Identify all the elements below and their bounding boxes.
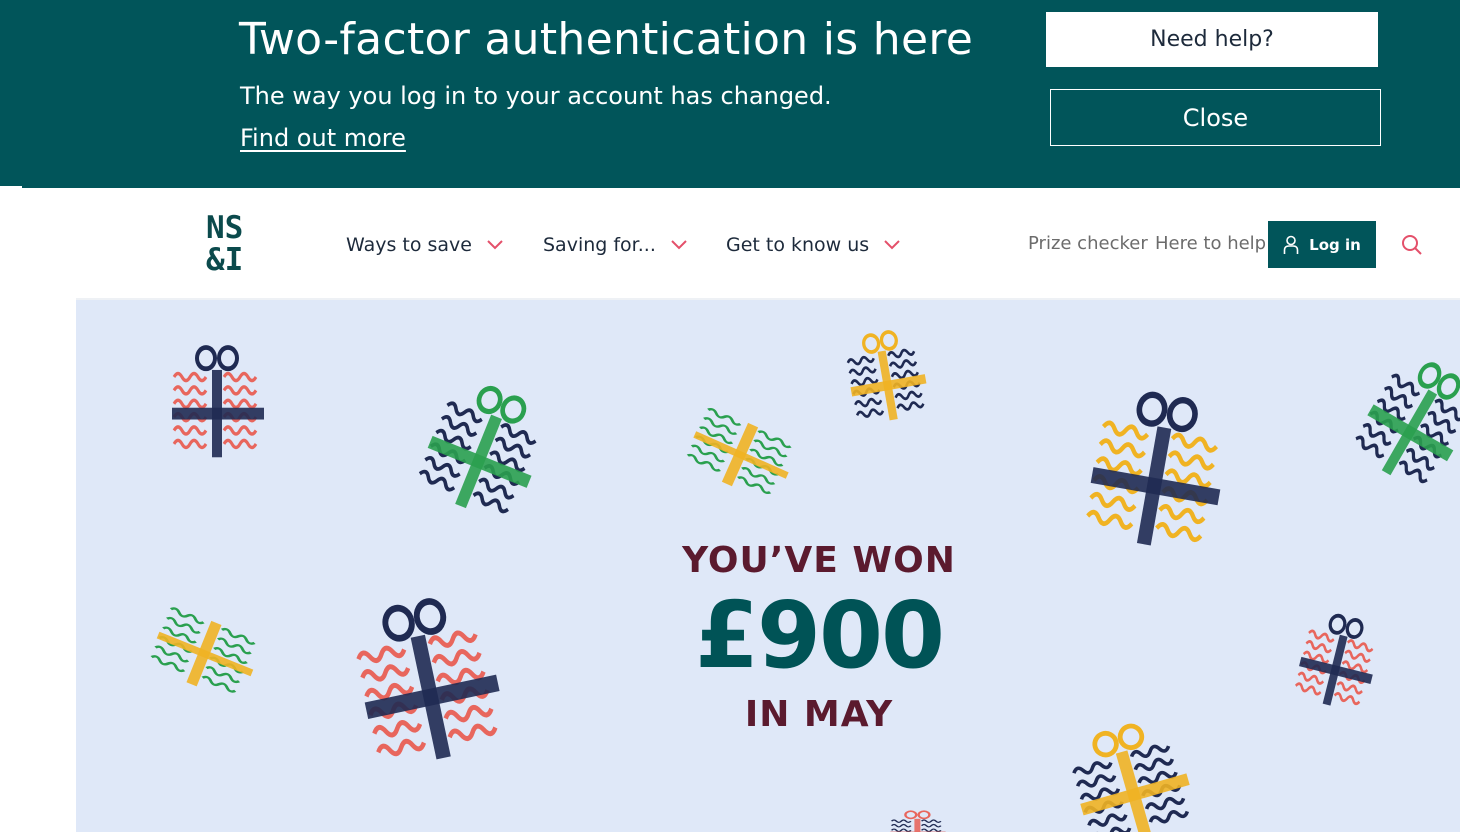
nav-label: Saving for... <box>543 234 656 256</box>
find-out-more-link[interactable]: Find out more <box>240 124 406 152</box>
chevron-down-icon <box>884 240 900 250</box>
gift-icon <box>1086 391 1221 546</box>
banner-title: Two-factor authentication is here <box>239 14 974 65</box>
user-icon <box>1283 235 1299 254</box>
prize-month: IN MAY <box>744 694 894 735</box>
nav-ways-to-save[interactable]: Ways to save <box>346 234 504 256</box>
nav-get-to-know-us[interactable]: Get to know us <box>726 234 901 256</box>
logo-line-1: NS <box>206 210 244 246</box>
close-banner-button[interactable]: Close <box>1050 89 1381 146</box>
nav-saving-for[interactable]: Saving for... <box>543 234 688 256</box>
site-header: NS &I Ways to save Saving for... Get to … <box>0 188 1460 300</box>
search-icon[interactable] <box>1400 233 1424 257</box>
need-help-button[interactable]: Need help? <box>1046 12 1378 67</box>
prize-amount: £900 <box>694 582 945 689</box>
log-in-label: Log in <box>1309 235 1361 254</box>
gift-icon <box>890 810 946 832</box>
here-to-help-link[interactable]: Here to help <box>1155 233 1266 254</box>
chevron-down-icon <box>487 240 503 250</box>
hero-kicker: YOU’VE WON <box>682 540 956 581</box>
nav-label: Get to know us <box>726 234 870 256</box>
banner-text: The way you log in to your account has c… <box>240 82 832 110</box>
gift-icon <box>172 345 264 458</box>
gift-icon <box>418 385 537 514</box>
log-in-button[interactable]: Log in <box>1268 221 1376 268</box>
nsandi-logo[interactable]: NS &I <box>206 212 254 278</box>
nav-label: Ways to save <box>346 234 472 256</box>
gift-icon <box>1355 362 1460 484</box>
gift-icon <box>686 408 792 494</box>
auth-banner: Two-factor authentication is here The wa… <box>0 0 1460 188</box>
chevron-down-icon <box>671 240 687 250</box>
gift-icon <box>846 330 927 421</box>
logo-line-2: &I <box>206 242 244 278</box>
prize-checker-link[interactable]: Prize checker <box>1028 233 1148 254</box>
prize-hero[interactable]: YOU’VE WON £900 IN MAY <box>76 300 1460 832</box>
